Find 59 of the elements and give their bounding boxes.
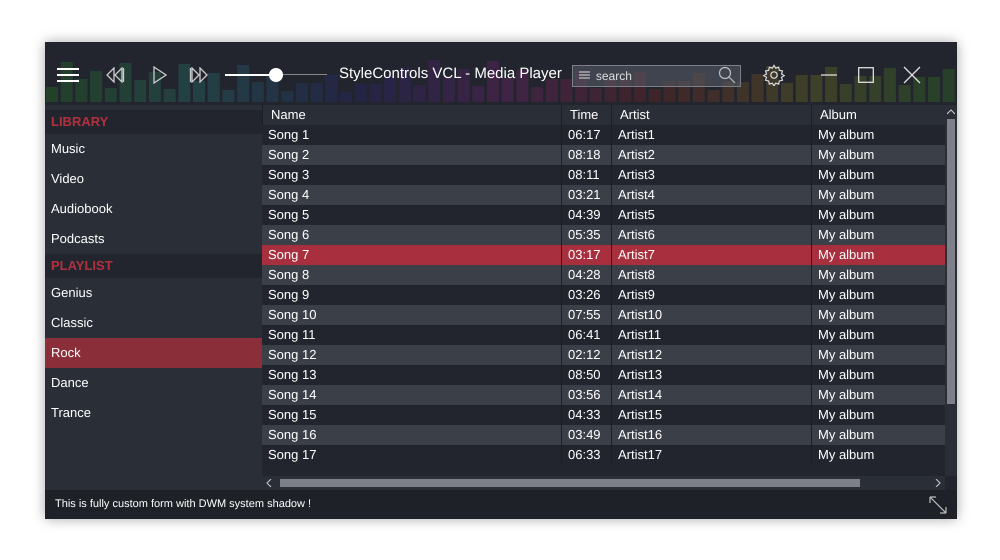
table-cell-text: Song 1 bbox=[267, 126, 310, 144]
table-cell: 06:33 bbox=[561, 445, 611, 465]
table-cell-text: Song 17 bbox=[267, 446, 318, 464]
table-cell-text: Song 16 bbox=[267, 426, 318, 444]
horizontal-scrollbar[interactable] bbox=[262, 476, 945, 490]
table-row[interactable]: Song 4 03:21 Artist4 My album bbox=[262, 185, 945, 205]
table-cell-text: Song 3 bbox=[267, 166, 310, 184]
table-cell: Artist17 bbox=[611, 445, 811, 465]
maximize-icon[interactable] bbox=[858, 66, 874, 82]
window-title: StyleControls VCL - Media Player bbox=[339, 64, 562, 84]
search-icon[interactable] bbox=[718, 66, 736, 84]
sidebar-item[interactable]: Genius bbox=[45, 278, 262, 308]
sidebar-item[interactable]: Podcasts bbox=[45, 224, 262, 254]
section-heading: LIBRARY bbox=[45, 110, 262, 134]
resize-icon[interactable] bbox=[929, 496, 947, 514]
play-icon[interactable] bbox=[153, 66, 167, 84]
table-row[interactable]: Song 14 03:56 Artist14 My album bbox=[262, 385, 945, 405]
search-field[interactable]: search bbox=[572, 64, 741, 86]
table-cell-text: Song 7 bbox=[267, 246, 310, 264]
rewind-icon[interactable] bbox=[105, 66, 125, 82]
scroll-up-icon[interactable] bbox=[947, 109, 955, 115]
table-row[interactable]: Song 2 08:18 Artist2 My album bbox=[262, 145, 945, 165]
table-cell-text: Song 13 bbox=[267, 366, 318, 384]
volume-slider[interactable] bbox=[225, 68, 327, 82]
table-row[interactable]: Song 8 04:28 Artist8 My album bbox=[262, 265, 945, 285]
section-heading: PLAYLIST bbox=[45, 254, 262, 278]
sidebar-item[interactable]: Audiobook bbox=[45, 194, 262, 224]
table-cell-text: Song 8 bbox=[267, 266, 310, 284]
menu-icon[interactable] bbox=[57, 68, 79, 82]
table-cell-text: Song 14 bbox=[267, 386, 318, 404]
table-row[interactable]: Song 6 05:35 Artist6 My album bbox=[262, 225, 945, 245]
table-cell-text: Song 2 bbox=[267, 146, 310, 164]
fast-forward-icon[interactable] bbox=[189, 66, 209, 82]
table-cell-text: Song 11 bbox=[267, 326, 316, 344]
table-cell-text: Song 10 bbox=[267, 306, 318, 324]
sidebar-item[interactable]: Rock bbox=[45, 338, 262, 368]
sidebar-item[interactable]: Trance bbox=[45, 398, 262, 428]
sidebar-item[interactable]: Video bbox=[45, 164, 262, 194]
status-text: This is fully custom form with DWM system shadow ! bbox=[55, 497, 312, 512]
table-cell-text: Song 6 bbox=[267, 226, 310, 244]
table-cell-text: Song 9 bbox=[267, 286, 310, 304]
table-cell: My album bbox=[811, 445, 940, 465]
table-cell-text: Song 15 bbox=[267, 406, 318, 424]
vertical-scrollbar[interactable] bbox=[945, 105, 957, 476]
table-cell-text: Song 12 bbox=[267, 346, 318, 364]
sidebar-item[interactable]: Classic bbox=[45, 308, 262, 338]
sidebar-item[interactable]: Music bbox=[45, 134, 262, 164]
table-cell-text: Song 5 bbox=[267, 206, 310, 224]
settings-icon[interactable] bbox=[762, 64, 785, 86]
close-icon[interactable] bbox=[902, 66, 921, 84]
scroll-left-icon[interactable] bbox=[266, 479, 272, 487]
table-row[interactable]: Song 16 03:49 Artist16 My album bbox=[262, 425, 945, 445]
scroll-right-icon[interactable] bbox=[935, 479, 941, 487]
sidebar-item[interactable]: Dance bbox=[45, 368, 262, 398]
table-row[interactable]: Song 7 03:17 Artist7 My album bbox=[262, 245, 945, 265]
menu-icon bbox=[578, 70, 590, 78]
table-row[interactable]: Song 10 07:55 Artist10 My album bbox=[262, 305, 945, 325]
table-row[interactable]: Song 12 02:12 Artist12 My album bbox=[262, 345, 945, 365]
table-cell-text: Song 4 bbox=[267, 186, 310, 204]
